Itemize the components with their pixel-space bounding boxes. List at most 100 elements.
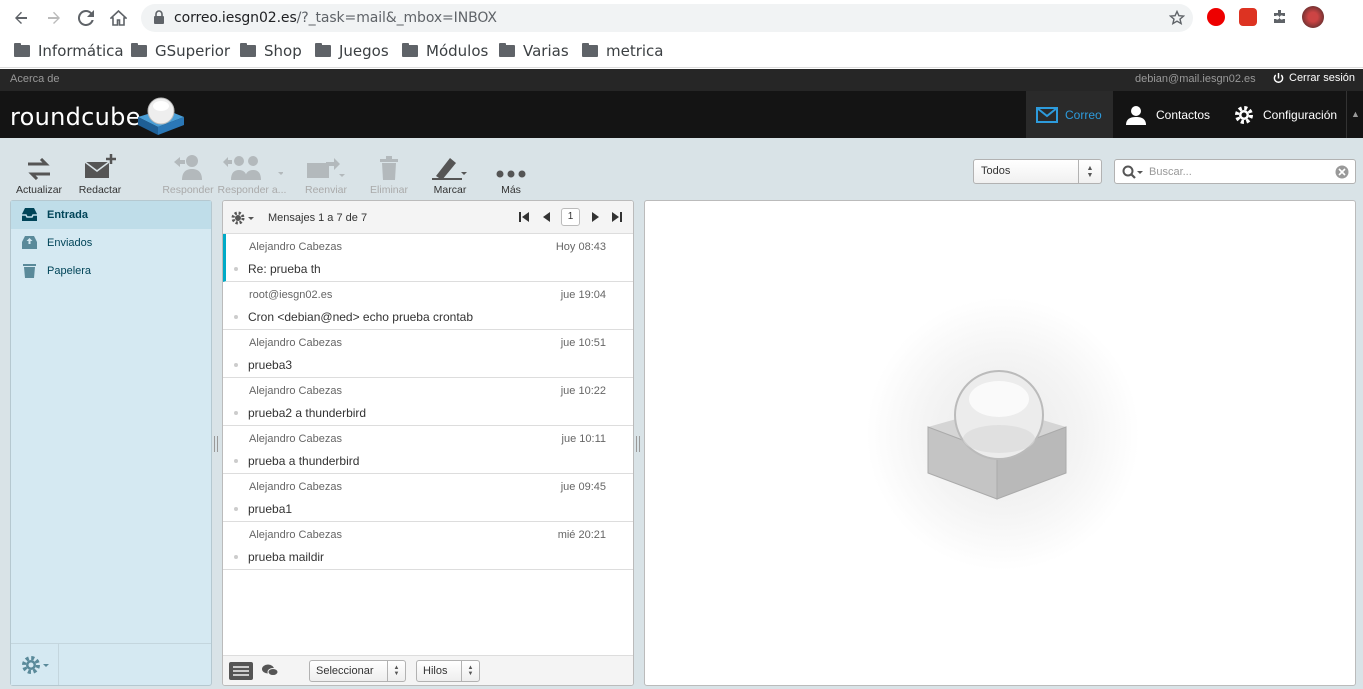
- bookmark-folder[interactable]: Módulos: [402, 40, 488, 62]
- status-dot[interactable]: [234, 555, 238, 559]
- status-dot[interactable]: [234, 267, 238, 271]
- message-row[interactable]: Alejandro Cabezas jue 10:22 prueba2 a th…: [223, 378, 633, 426]
- bookmark-folder[interactable]: Varias: [499, 40, 569, 62]
- sent-icon: [22, 236, 37, 249]
- roundcube-logo[interactable]: roundcube: [10, 103, 141, 131]
- list-view-icon[interactable]: [229, 662, 253, 680]
- back-icon[interactable]: [10, 7, 32, 29]
- message-row[interactable]: Alejandro Cabezas jue 10:11 prueba a thu…: [223, 426, 633, 474]
- refresh-button[interactable]: Actualizar: [9, 152, 69, 196]
- message-date: jue 10:51: [560, 337, 606, 349]
- power-icon: [1273, 72, 1284, 83]
- clear-search-icon[interactable]: [1335, 165, 1349, 179]
- trash-icon: [380, 156, 398, 180]
- message-from: Alejandro Cabezas: [249, 241, 342, 253]
- opera-extension-icon[interactable]: [1207, 8, 1225, 26]
- message-row[interactable]: Alejandro Cabezas Hoy 08:43 Re: prueba t…: [223, 234, 633, 282]
- filter-select[interactable]: Todos ▲ ▼: [973, 159, 1102, 184]
- status-dot[interactable]: [234, 411, 238, 415]
- mail-task-button[interactable]: Correo: [1026, 91, 1113, 138]
- message-subject: prueba a thunderbird: [248, 454, 360, 468]
- gear-icon: [1235, 105, 1253, 124]
- bookmark-folder[interactable]: Informática: [14, 40, 124, 62]
- folder-item-inbox[interactable]: Entrada: [11, 201, 211, 229]
- threads-view-icon[interactable]: [261, 663, 279, 677]
- message-date: mié 20:21: [557, 529, 606, 541]
- topline: Acerca de debian@mail.iesgn02.es Cerrar …: [0, 69, 1363, 91]
- folder-icon: [582, 43, 598, 57]
- compose-icon: [84, 154, 116, 178]
- last-page-icon[interactable]: [612, 212, 622, 222]
- logout-button[interactable]: Cerrar sesión: [1273, 72, 1355, 84]
- select-menu[interactable]: Seleccionar ▲ ▼: [309, 660, 406, 682]
- inbox-icon: [22, 208, 37, 221]
- bookmark-folder[interactable]: Juegos: [315, 40, 389, 62]
- home-icon[interactable]: [107, 7, 129, 29]
- settings-task-button[interactable]: Configuración: [1223, 91, 1347, 138]
- more-button[interactable]: Más: [481, 152, 541, 196]
- app-body: Actualizar Redactar Responder Responder …: [0, 138, 1363, 689]
- bookmark-folder[interactable]: metrica: [582, 40, 664, 62]
- page-number-input[interactable]: 1: [561, 208, 580, 226]
- forward-icon[interactable]: [43, 7, 65, 29]
- folder-splitter[interactable]: [214, 436, 218, 452]
- address-bar[interactable]: correo.iesgn02.es/?_task=mail&_mbox=INBO…: [141, 4, 1193, 32]
- message-date: Hoy 08:43: [555, 241, 606, 253]
- bookmark-folder[interactable]: GSuperior: [131, 40, 230, 62]
- gear-icon: [21, 655, 49, 674]
- reply-all-button[interactable]: Responder a...: [216, 152, 288, 196]
- compose-button[interactable]: Redactar: [70, 152, 130, 196]
- message-list: Mensajes 1 a 7 de 7 1 Alejandro Cabezas …: [222, 200, 634, 686]
- folder-icon: [402, 43, 418, 57]
- collapse-header-icon[interactable]: ▲: [1351, 109, 1360, 119]
- bookmark-folder[interactable]: Shop: [240, 40, 302, 62]
- delete-button[interactable]: Eliminar: [359, 152, 419, 196]
- reply-button[interactable]: Responder: [158, 152, 218, 196]
- bookmarks-bar: Informática GSuperior Shop Juegos Módulo…: [0, 36, 1363, 68]
- message-row[interactable]: Alejandro Cabezas mié 20:21 prueba maild…: [223, 522, 633, 570]
- status-dot[interactable]: [234, 363, 238, 367]
- search-input[interactable]: Buscar...: [1114, 159, 1356, 184]
- trash-icon: [23, 264, 36, 278]
- about-link[interactable]: Acerca de: [10, 73, 60, 85]
- message-row[interactable]: Alejandro Cabezas jue 10:51 prueba3: [223, 330, 633, 378]
- folder-icon: [499, 43, 515, 57]
- folder-icon: [240, 43, 256, 57]
- profile-avatar[interactable]: [1302, 6, 1324, 28]
- message-row[interactable]: root@iesgn02.es jue 19:04 Cron <debian@n…: [223, 282, 633, 330]
- threads-menu[interactable]: Hilos ▲ ▼: [416, 660, 480, 682]
- forward-button[interactable]: Reenviar: [296, 152, 356, 196]
- message-subject: prueba3: [248, 358, 293, 372]
- folder-actions-button[interactable]: [11, 644, 59, 685]
- pdf-extension-icon[interactable]: [1239, 8, 1257, 26]
- first-page-icon[interactable]: [519, 212, 529, 222]
- list-options-icon[interactable]: [231, 211, 257, 225]
- status-dot[interactable]: [234, 459, 238, 463]
- reload-icon[interactable]: [75, 7, 97, 29]
- next-page-icon[interactable]: [592, 212, 600, 222]
- message-subject: prueba1: [248, 502, 293, 516]
- folder-icon: [315, 43, 331, 57]
- contacts-task-button[interactable]: Contactos: [1116, 91, 1220, 138]
- message-preview: [644, 200, 1356, 686]
- roundcube-logo-icon: [138, 97, 184, 135]
- folder-item-trash[interactable]: Papelera: [11, 257, 211, 285]
- status-dot[interactable]: [234, 315, 238, 319]
- status-dot[interactable]: [234, 507, 238, 511]
- message-date: jue 10:11: [561, 433, 606, 445]
- message-date: jue 19:04: [560, 289, 606, 301]
- folder-item-sent[interactable]: Enviados: [11, 229, 211, 257]
- username: debian@mail.iesgn02.es: [1135, 73, 1256, 85]
- folder-footer: [11, 643, 211, 685]
- mark-button[interactable]: Marcar: [420, 152, 480, 196]
- forward-mail-icon: [307, 158, 345, 178]
- message-from: Alejandro Cabezas: [249, 433, 342, 445]
- star-icon[interactable]: [1169, 10, 1185, 26]
- puzzle-icon[interactable]: [1271, 8, 1289, 26]
- search-icon[interactable]: [1122, 165, 1144, 179]
- reply-all-icon: [223, 156, 283, 180]
- folder-list: Entrada Enviados Papelera: [10, 200, 212, 686]
- list-splitter[interactable]: [636, 436, 640, 452]
- message-row[interactable]: Alejandro Cabezas jue 09:45 prueba1: [223, 474, 633, 522]
- prev-page-icon[interactable]: [542, 212, 550, 222]
